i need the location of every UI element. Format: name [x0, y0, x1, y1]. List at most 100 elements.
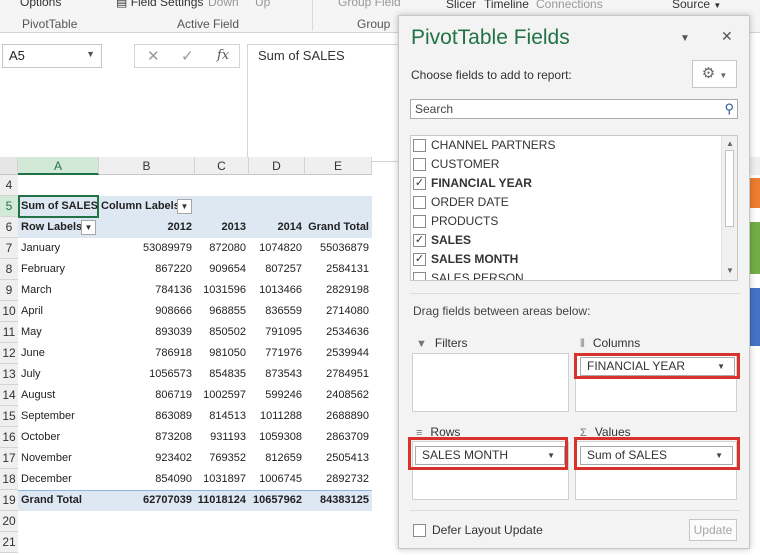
row-header[interactable]: 17: [0, 448, 18, 469]
checkbox[interactable]: [413, 158, 426, 171]
checkbox[interactable]: [413, 272, 426, 280]
field-item[interactable]: ✓ SALES MONTH: [411, 250, 721, 269]
shape-partial: [750, 288, 760, 346]
value-cell: 769352: [209, 452, 246, 464]
pane-options-icon[interactable]: ▼: [680, 33, 690, 44]
row-header[interactable]: 4: [0, 175, 18, 196]
insert-function-icon[interactable]: fx: [217, 48, 229, 63]
formula-input[interactable]: Sum of SALES: [247, 44, 407, 162]
search-icon[interactable]: ⚲: [724, 101, 734, 117]
ribbon-group-pivottable: PivotTable: [22, 17, 78, 31]
drill-down-button[interactable]: Down: [208, 0, 239, 9]
month-label: November: [21, 452, 72, 464]
value-cell: 854835: [209, 368, 246, 380]
options-button[interactable]: Options: [20, 0, 61, 9]
row-labels-filter-icon[interactable]: ▼: [81, 220, 96, 235]
checkbox[interactable]: [413, 196, 426, 209]
field-search-input[interactable]: Search ⚲: [410, 99, 738, 119]
grand-total-label: Grand Total: [21, 494, 82, 506]
name-box[interactable]: A5 ▼: [2, 44, 102, 68]
row-header[interactable]: 20: [0, 511, 18, 532]
row-header[interactable]: 5: [0, 196, 18, 217]
value-cell: 2688890: [326, 410, 369, 422]
row-header[interactable]: 15: [0, 406, 18, 427]
row-header[interactable]: 6: [0, 217, 18, 238]
row-header[interactable]: 8: [0, 259, 18, 280]
field-settings-button[interactable]: ▤ Field Settings: [116, 0, 203, 9]
field-item[interactable]: PRODUCTS: [411, 212, 721, 231]
row-header[interactable]: 19: [0, 490, 18, 511]
column-header-d[interactable]: D: [249, 157, 305, 175]
scroll-up-icon[interactable]: ▲: [726, 139, 734, 148]
row-header[interactable]: 7: [0, 238, 18, 259]
insert-slicer-button[interactable]: Slicer: [446, 0, 476, 11]
chevron-down-icon[interactable]: ▼: [86, 49, 95, 59]
value-cell: 836559: [265, 305, 302, 317]
value-cell: 1002597: [203, 389, 246, 401]
defer-layout-update[interactable]: Defer Layout Update: [413, 523, 543, 537]
cancel-icon[interactable]: ✕: [147, 47, 160, 65]
close-icon[interactable]: ✕: [721, 28, 733, 45]
checkbox[interactable]: [413, 215, 426, 228]
value-cell: 1056573: [149, 368, 192, 380]
field-item[interactable]: ORDER DATE: [411, 193, 721, 212]
value-cell: 2863709: [326, 431, 369, 443]
highlight-box: [574, 353, 740, 379]
value-cell: 2505413: [326, 452, 369, 464]
scroll-down-icon[interactable]: ▼: [726, 266, 734, 275]
grand-total-cell: 11018124: [197, 494, 246, 506]
ribbon-group-group: Group: [357, 17, 391, 31]
year-header: 2013: [221, 221, 246, 233]
row-header[interactable]: 18: [0, 469, 18, 490]
row-header[interactable]: 11: [0, 322, 18, 343]
drill-up-button[interactable]: Up: [255, 0, 270, 9]
checkbox[interactable]: ✓: [413, 177, 426, 190]
value-cell: 599246: [265, 389, 302, 401]
value-cell: 786918: [155, 347, 192, 359]
field-item[interactable]: ✓ SALES: [411, 231, 721, 250]
filter-connections-button[interactable]: Connections: [536, 0, 603, 11]
insert-timeline-button[interactable]: Timeline: [484, 0, 529, 11]
enter-check-icon[interactable]: ✓: [181, 47, 194, 65]
pivot-data-field-label[interactable]: Sum of SALES: [19, 196, 99, 217]
column-labels-filter-icon[interactable]: ▼: [177, 199, 192, 214]
field-item[interactable]: CHANNEL PARTNERS: [411, 136, 721, 155]
row-header[interactable]: 14: [0, 385, 18, 406]
update-button[interactable]: Update: [689, 519, 737, 541]
change-source-button[interactable]: Source ▼: [672, 0, 721, 11]
select-all-corner[interactable]: [0, 157, 18, 175]
pane-title: PivotTable Fields: [411, 26, 570, 49]
column-header-c[interactable]: C: [195, 157, 249, 175]
chevron-down-icon: ▼: [719, 71, 728, 80]
row-header[interactable]: 12: [0, 343, 18, 364]
value-cell: 806719: [155, 389, 192, 401]
checkbox[interactable]: ✓: [413, 234, 426, 247]
field-item[interactable]: CUSTOMER: [411, 155, 721, 174]
field-item[interactable]: ✓ FINANCIAL YEAR: [411, 174, 721, 193]
group-field-button[interactable]: Group Field: [338, 0, 401, 9]
field-item[interactable]: SALES PERSON: [411, 269, 721, 280]
row-header[interactable]: 10: [0, 301, 18, 322]
row-header[interactable]: 13: [0, 364, 18, 385]
value-cell: 1031596: [203, 284, 246, 296]
column-header-a[interactable]: A: [18, 157, 99, 175]
column-header-e[interactable]: E: [305, 157, 372, 175]
checkbox[interactable]: [413, 139, 426, 152]
scroll-thumb[interactable]: [725, 150, 734, 227]
row-header[interactable]: 16: [0, 427, 18, 448]
checkbox[interactable]: [413, 524, 426, 537]
value-cell: 1031897: [203, 473, 246, 485]
tools-button[interactable]: ⚙ ▼: [692, 60, 737, 88]
month-label: June: [21, 347, 45, 359]
divider: [410, 293, 740, 294]
field-list-scrollbar[interactable]: ▲ ▼: [721, 136, 737, 280]
row-header[interactable]: 21: [0, 532, 18, 553]
row-header[interactable]: 9: [0, 280, 18, 301]
checkbox[interactable]: ✓: [413, 253, 426, 266]
value-cell: 53089979: [143, 242, 192, 254]
value-cell: 791095: [265, 326, 302, 338]
value-cell: 812659: [265, 452, 302, 464]
filters-drop-area[interactable]: [412, 353, 569, 412]
column-header-b[interactable]: B: [99, 157, 195, 175]
shape-partial: [750, 222, 760, 274]
